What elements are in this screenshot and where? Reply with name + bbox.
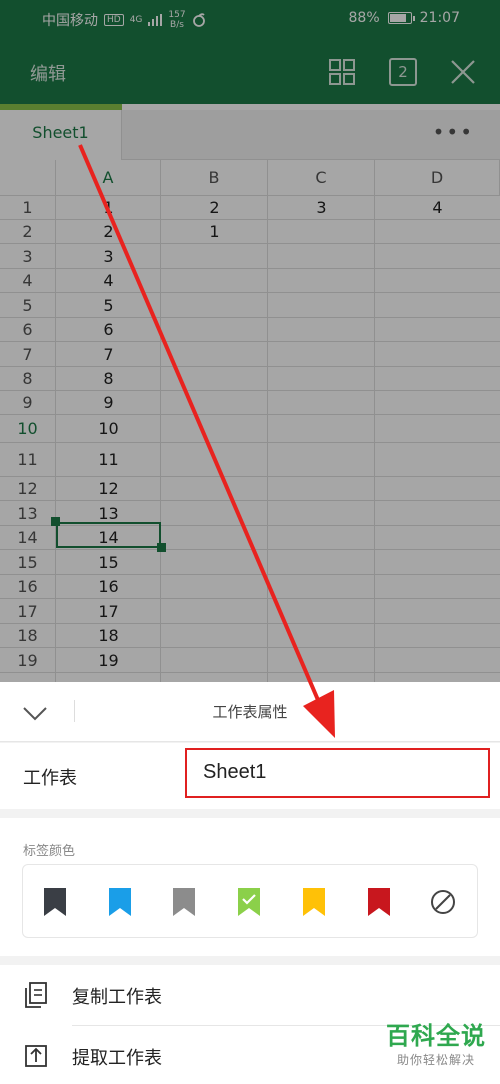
modal-dim-overlay[interactable] <box>0 0 500 682</box>
panel-header: 工作表属性 <box>0 682 500 742</box>
tab-color-dark-gray-icon[interactable] <box>43 887 67 917</box>
tab-color-green-selected-icon[interactable] <box>237 887 261 917</box>
sheet-name-row: 工作表 Sheet1 <box>0 743 500 809</box>
tab-color-section: 标签颜色 <box>0 818 500 956</box>
tab-color-gray-icon[interactable] <box>172 887 196 917</box>
copy-sheet-label: 复制工作表 <box>72 987 162 1008</box>
tab-color-blue-icon[interactable] <box>108 887 132 917</box>
extract-sheet-label: 提取工作表 <box>72 1048 162 1069</box>
sheet-properties-panel: 工作表属性 工作表 Sheet1 标签颜色 复制工作表 提取工作表 百科全说 助… <box>0 682 500 1084</box>
copy-sheet-icon <box>25 982 47 1008</box>
watermark-logo: 百科全说 助你轻松解决 <box>386 1016 486 1068</box>
tab-color-yellow-icon[interactable] <box>302 887 326 917</box>
tab-color-picker <box>22 864 478 938</box>
sheet-name-label: 工作表 <box>23 768 77 789</box>
tab-color-label: 标签颜色 <box>23 844 76 859</box>
tab-color-none-icon[interactable] <box>431 887 455 917</box>
panel-title: 工作表属性 <box>212 703 288 721</box>
extract-sheet-icon <box>25 1045 47 1067</box>
watermark-main: 百科全说 <box>386 1022 486 1050</box>
watermark-sub: 助你轻松解决 <box>396 1053 475 1067</box>
sheet-name-input[interactable]: Sheet1 <box>185 748 490 798</box>
tab-color-red-icon[interactable] <box>367 887 391 917</box>
